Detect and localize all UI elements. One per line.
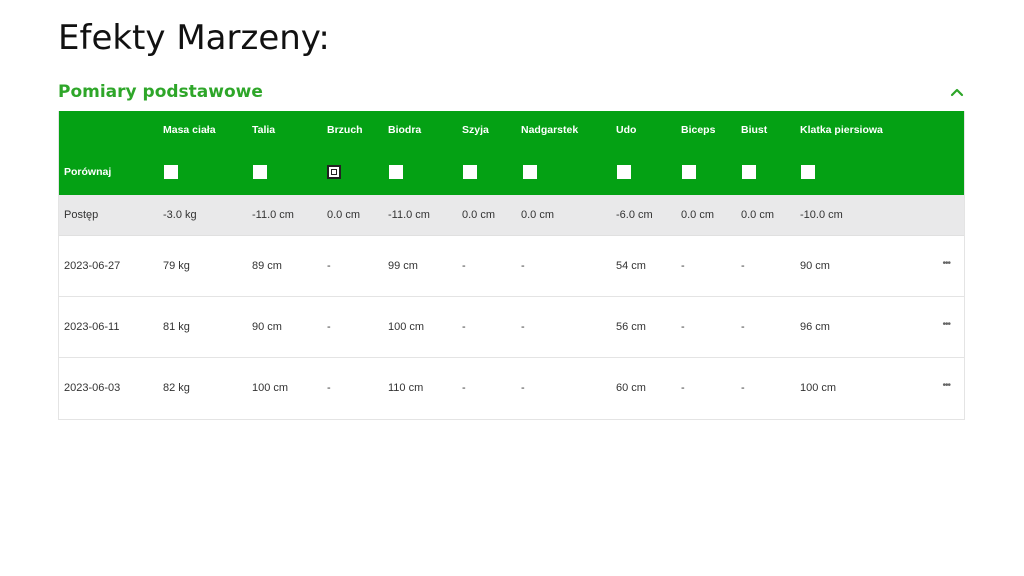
row-value: - xyxy=(741,321,745,333)
more-horizontal-icon[interactable]: ••• xyxy=(942,258,950,269)
progress-value: 0.0 cm xyxy=(681,209,715,221)
row-value: 100 cm xyxy=(388,321,425,333)
compare-checkbox-biodra[interactable] xyxy=(389,165,403,179)
table-row: 2023-06-11 81 kg 90 cm - 100 cm - - 56 c… xyxy=(59,297,964,358)
row-value: 89 cm xyxy=(252,260,282,272)
progress-value: 0.0 cm xyxy=(521,209,555,221)
row-value: - xyxy=(462,382,466,394)
compare-label: Porównaj xyxy=(64,166,112,178)
progress-value: -10.0 cm xyxy=(800,209,843,221)
progress-row: Postęp -3.0 kg -11.0 cm 0.0 cm -11.0 cm … xyxy=(59,195,964,236)
section-title: Pomiary podstawowe xyxy=(58,82,263,102)
row-value: 90 cm xyxy=(252,321,282,333)
compare-checkbox-klatka[interactable] xyxy=(801,165,815,179)
compare-checkbox-udo[interactable] xyxy=(617,165,631,179)
progress-label: Postęp xyxy=(64,209,99,221)
column-header-szyja: Szyja xyxy=(462,124,489,136)
row-value: - xyxy=(327,321,331,333)
measurements-table: Masa ciała Talia Brzuch Biodra Szyja Nad… xyxy=(58,111,965,420)
row-value: - xyxy=(521,260,525,272)
row-value: 82 kg xyxy=(163,382,190,394)
row-value: 100 cm xyxy=(252,382,289,394)
row-value: 79 kg xyxy=(163,260,190,272)
compare-checkbox-brzuch[interactable] xyxy=(327,165,341,179)
row-value: - xyxy=(681,260,685,272)
page-title: Efekty Marzeny: xyxy=(58,18,330,58)
row-value: 96 cm xyxy=(800,321,830,333)
column-header-biodra: Biodra xyxy=(388,124,422,136)
row-value: - xyxy=(462,260,466,272)
column-header-biust: Biust xyxy=(741,124,768,136)
row-value: - xyxy=(741,260,745,272)
row-date: 2023-06-27 xyxy=(64,260,121,272)
table-row: 2023-06-03 82 kg 100 cm - 110 cm - - 60 … xyxy=(59,358,964,419)
row-value: 100 cm xyxy=(800,382,837,394)
row-value: - xyxy=(462,321,466,333)
column-header-masa: Masa ciała xyxy=(163,124,216,136)
row-date: 2023-06-11 xyxy=(64,321,120,333)
progress-value: 0.0 cm xyxy=(462,209,496,221)
row-value: 110 cm xyxy=(388,382,424,394)
progress-value: 0.0 cm xyxy=(741,209,775,221)
column-header-talia: Talia xyxy=(252,124,276,136)
column-header-biceps: Biceps xyxy=(681,124,716,136)
section-header[interactable]: Pomiary podstawowe xyxy=(58,80,965,104)
column-header-nadgarstek: Nadgarstek xyxy=(521,124,579,136)
row-value: - xyxy=(521,382,525,394)
row-value: 60 cm xyxy=(616,382,646,394)
row-value: 99 cm xyxy=(388,260,418,272)
progress-value: -3.0 kg xyxy=(163,209,197,221)
column-header-udo: Udo xyxy=(616,124,637,136)
progress-value: -11.0 cm xyxy=(252,209,294,221)
row-value: 81 kg xyxy=(163,321,190,333)
more-horizontal-icon[interactable]: ••• xyxy=(942,319,950,330)
row-value: - xyxy=(681,382,685,394)
row-value: 54 cm xyxy=(616,260,646,272)
progress-value: -6.0 cm xyxy=(616,209,653,221)
row-value: - xyxy=(327,260,331,272)
compare-checkbox-talia[interactable] xyxy=(253,165,267,179)
compare-checkbox-biceps[interactable] xyxy=(682,165,696,179)
row-value: - xyxy=(741,382,745,394)
compare-checkbox-nadgarstek[interactable] xyxy=(523,165,537,179)
progress-value: -11.0 cm xyxy=(388,209,430,221)
table-row: 2023-06-27 79 kg 89 cm - 99 cm - - 54 cm… xyxy=(59,236,964,297)
row-value: 56 cm xyxy=(616,321,646,333)
row-value: - xyxy=(681,321,685,333)
row-value: - xyxy=(327,382,331,394)
more-horizontal-icon[interactable]: ••• xyxy=(942,380,950,391)
progress-value: 0.0 cm xyxy=(327,209,361,221)
row-value: - xyxy=(521,321,525,333)
column-header-brzuch: Brzuch xyxy=(327,124,363,136)
row-value: 90 cm xyxy=(800,260,830,272)
column-header-klatka: Klatka piersiowa xyxy=(800,124,883,136)
compare-checkbox-biust[interactable] xyxy=(742,165,756,179)
compare-checkbox-szyja[interactable] xyxy=(463,165,477,179)
row-date: 2023-06-03 xyxy=(64,382,121,394)
compare-checkbox-masa[interactable] xyxy=(164,165,178,179)
table-header: Masa ciała Talia Brzuch Biodra Szyja Nad… xyxy=(59,111,964,195)
chevron-up-icon[interactable] xyxy=(949,84,965,100)
